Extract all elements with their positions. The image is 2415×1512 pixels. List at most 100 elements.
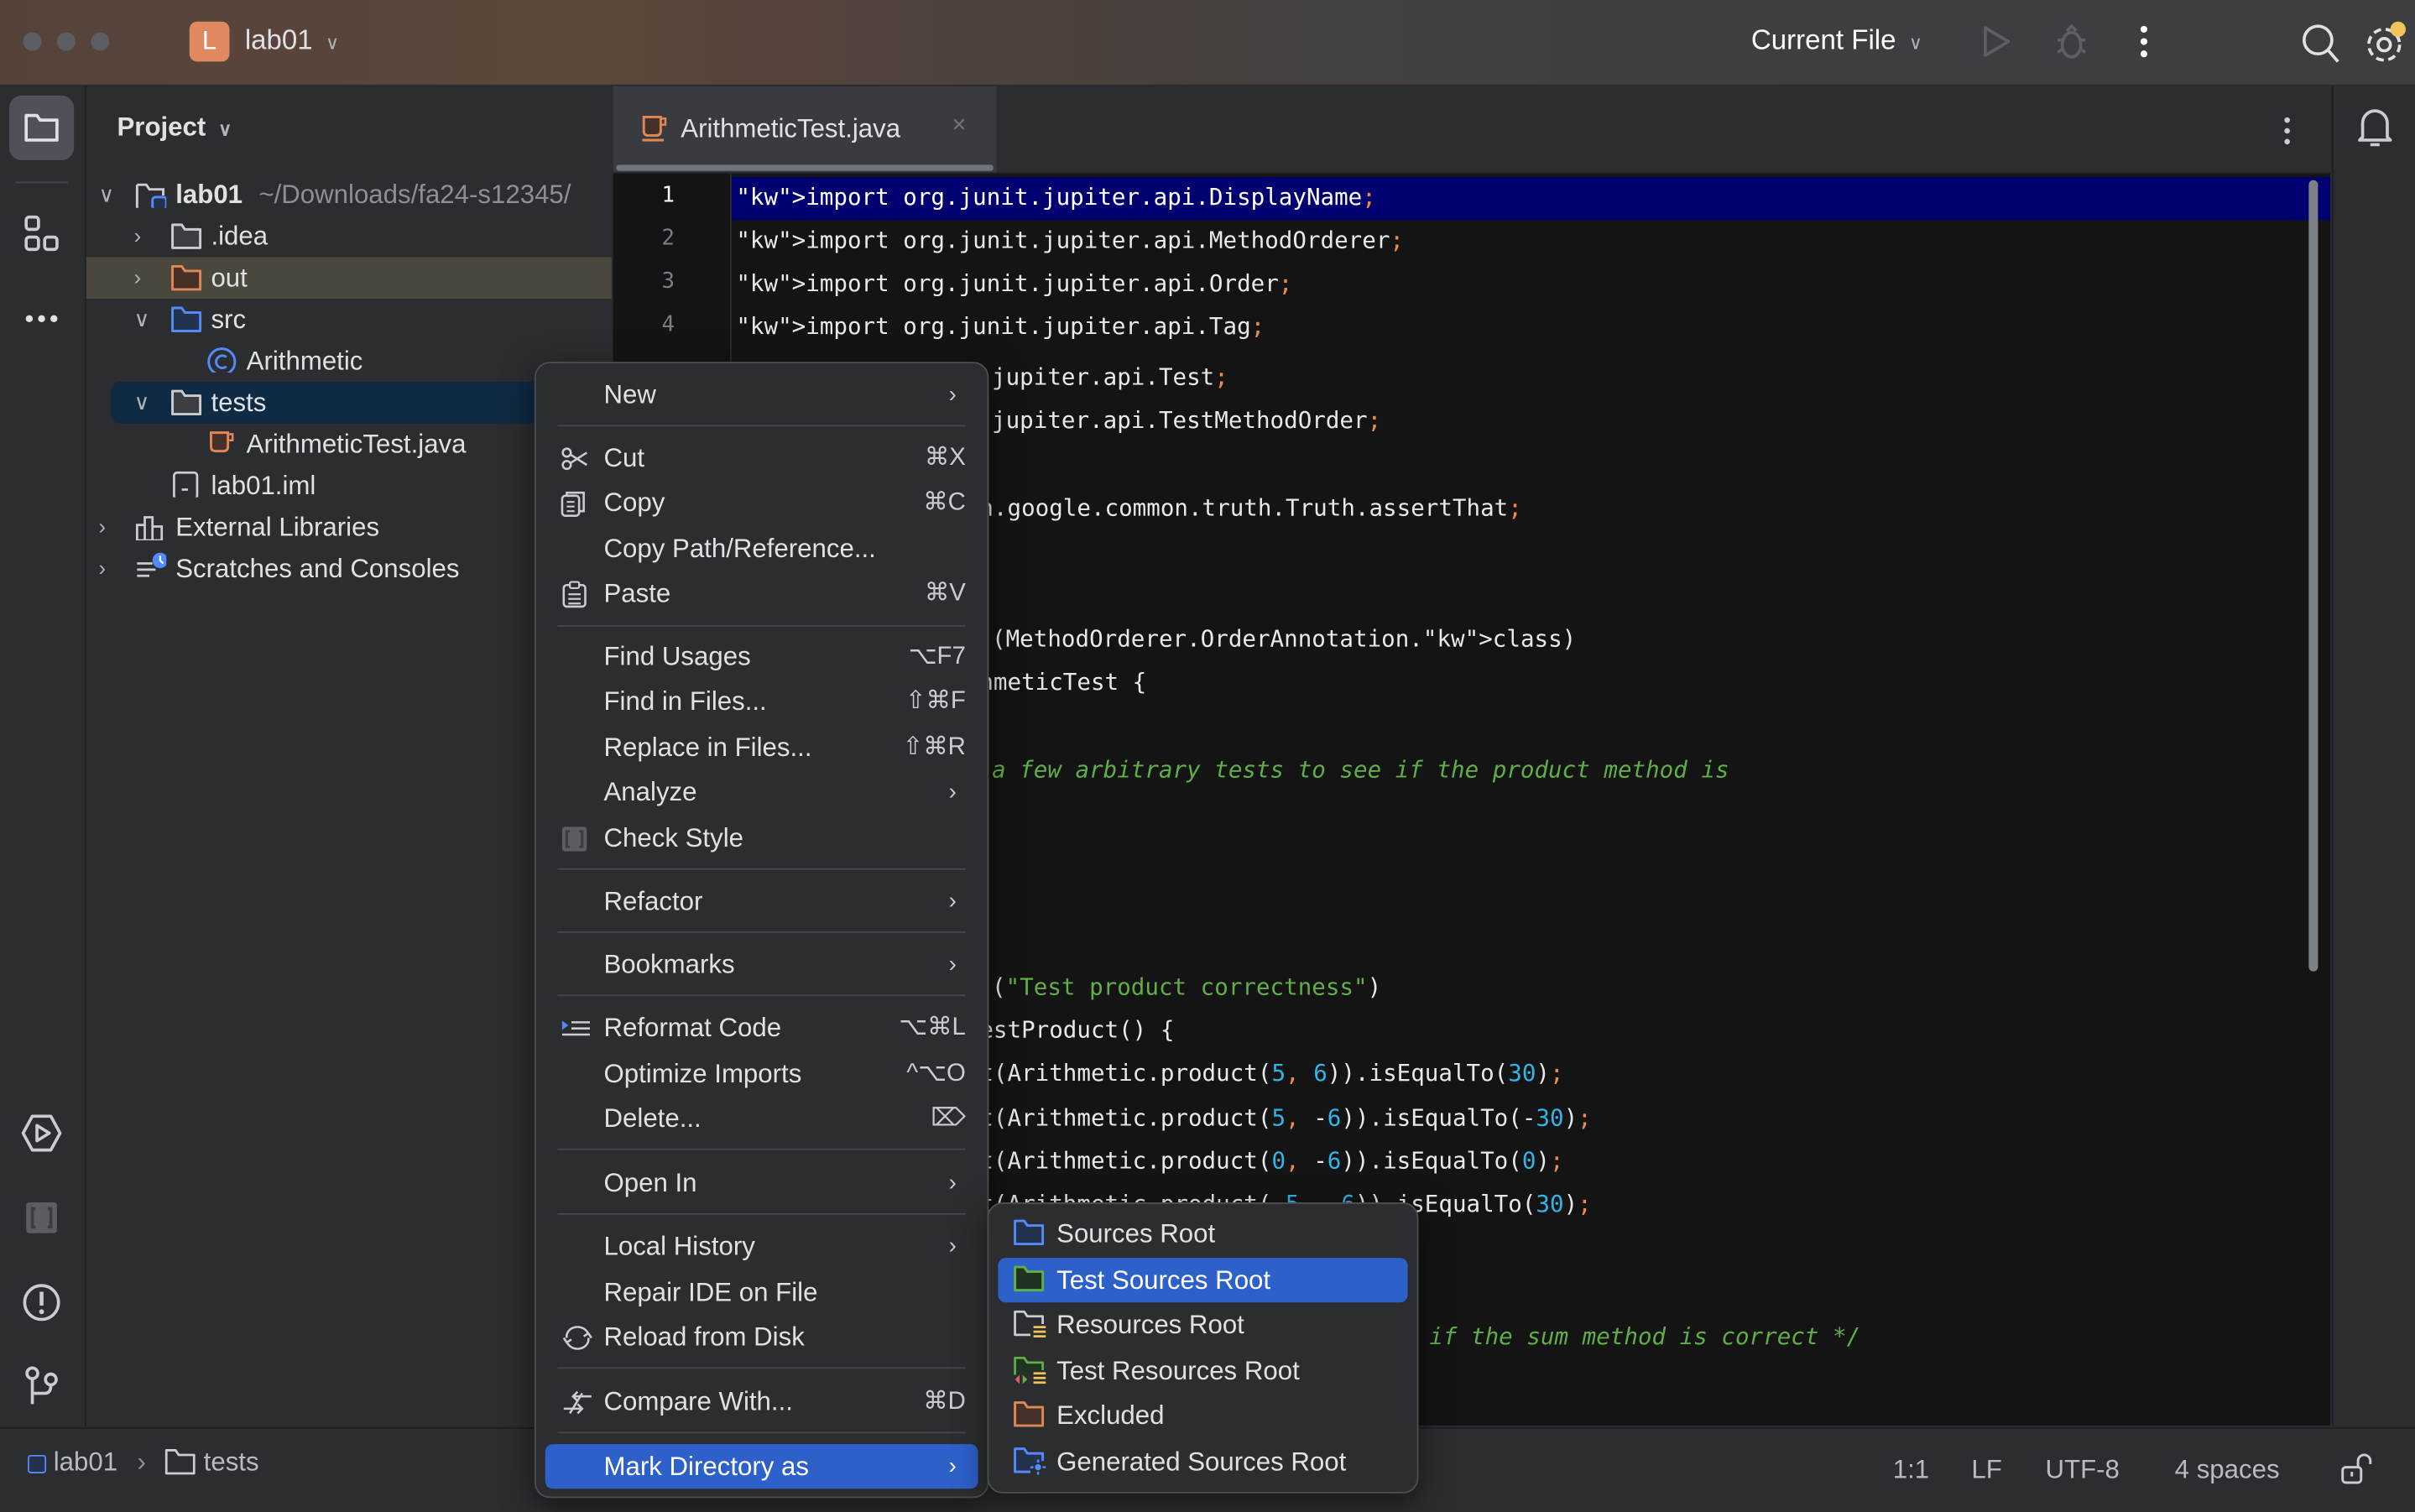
line-ending[interactable]: LF xyxy=(1971,1455,2001,1486)
editor-tabs-more-button[interactable] xyxy=(2278,114,2297,148)
chevron-right-icon[interactable]: › xyxy=(98,548,106,590)
settings-button[interactable] xyxy=(2363,20,2409,66)
submenu-item-generated-sources-root[interactable]: Generated Sources Root xyxy=(998,1439,1407,1483)
menu-item-shortcut: ⌘C xyxy=(923,489,966,516)
caret-position[interactable]: 1:1 xyxy=(1893,1455,1929,1486)
git-tool-button[interactable] xyxy=(20,1364,63,1407)
menu-item-open-in[interactable]: Open In › xyxy=(545,1160,978,1205)
menu-item-find-in-files[interactable]: Find in Files... ⇧⌘F xyxy=(545,679,978,723)
file-encoding[interactable]: UTF-8 xyxy=(2045,1455,2119,1486)
menu-item-compare-with[interactable]: Compare With... ⌘D xyxy=(545,1379,978,1424)
indent-setting[interactable]: 4 spaces xyxy=(2175,1455,2280,1486)
readonly-toggle[interactable] xyxy=(2339,1452,2373,1485)
menu-item-shortcut: ⌘X xyxy=(924,445,966,472)
bell-icon xyxy=(2358,109,2392,147)
chevron-right-icon[interactable]: › xyxy=(134,216,142,258)
menu-item-label: Analyze xyxy=(603,777,697,807)
more-tool-windows-button[interactable] xyxy=(20,297,63,340)
menu-item-reload-from-disk[interactable]: Reload from Disk xyxy=(545,1315,978,1359)
folder-icon xyxy=(171,223,202,249)
sources-root-icon xyxy=(1014,1219,1045,1247)
menu-item-copy[interactable]: Copy ⌘C xyxy=(545,480,978,524)
menu-item-repair-ide-on-file[interactable]: Repair IDE on File xyxy=(545,1270,978,1315)
submenu-item-label: Generated Sources Root xyxy=(1056,1446,1347,1476)
window-minimize-button[interactable] xyxy=(56,32,76,51)
run-button[interactable] xyxy=(1979,23,2013,60)
window-zoom-button[interactable] xyxy=(91,32,110,51)
tree-item-arithmetic[interactable]: Arithmetic xyxy=(86,341,612,383)
chevron-down-icon[interactable]: ∨ xyxy=(134,299,150,341)
submenu-item-label: Sources Root xyxy=(1056,1219,1216,1249)
breadcrumb-item-lab01[interactable]: lab01 xyxy=(54,1447,117,1477)
menu-item-bookmarks[interactable]: Bookmarks › xyxy=(545,942,978,987)
breadcrumb-item-tests[interactable]: tests xyxy=(204,1447,259,1477)
menu-item-reformat-code[interactable]: Reformat Code ⌥⌘L xyxy=(545,1005,978,1050)
menu-item-refactor[interactable]: Refactor › xyxy=(545,879,978,924)
submenu-item-test-resources-root[interactable]: Test Resources Root xyxy=(998,1348,1407,1392)
search-button[interactable] xyxy=(2299,22,2342,65)
checkstyle-tool-button[interactable] xyxy=(20,1197,63,1239)
menu-item-mark-directory-as[interactable]: Mark Directory as › xyxy=(545,1444,978,1489)
module-folder-icon xyxy=(135,183,167,208)
menu-item-analyze[interactable]: Analyze › xyxy=(545,769,978,814)
menu-item-new[interactable]: New › xyxy=(545,373,978,417)
menu-item-delete[interactable]: Delete... ⌦ xyxy=(545,1096,978,1140)
notifications-button[interactable] xyxy=(2354,105,2397,151)
menu-item-label: Bookmarks xyxy=(603,950,735,979)
tree-item-lab01[interactable]: ∨ lab01 ~/Downloads/fa24-s12345/ xyxy=(86,174,612,216)
tab-arithmetictest-java[interactable]: ArithmeticTest.java × xyxy=(613,86,997,173)
chevron-down-icon[interactable]: ∨ xyxy=(134,382,150,424)
chevron-right-icon: › xyxy=(948,1233,957,1259)
window-close-button[interactable] xyxy=(23,32,42,51)
structure-tool-button[interactable] xyxy=(20,212,63,255)
submenu-item-sources-root[interactable]: Sources Root xyxy=(998,1212,1407,1256)
tree-item-label: lab01 xyxy=(175,180,243,210)
menu-item-shortcut: ⇧⌘F xyxy=(905,688,966,715)
services-tool-button[interactable] xyxy=(20,1112,63,1155)
menu-item-local-history[interactable]: Local History › xyxy=(545,1224,978,1269)
project-panel-title[interactable]: Project ∨ xyxy=(117,112,232,143)
chevron-down-icon[interactable]: ∨ xyxy=(98,174,114,216)
submenu-item-resources-root[interactable]: Resources Root xyxy=(998,1302,1407,1347)
debug-button[interactable] xyxy=(2053,22,2090,62)
menu-item-label: New xyxy=(603,380,656,410)
problems-tool-button[interactable] xyxy=(20,1281,63,1324)
editor-vertical-scrollbar[interactable] xyxy=(2308,180,2319,972)
menu-item-replace-in-files[interactable]: Replace in Files... ⇧⌘R xyxy=(545,725,978,769)
tree-item-lab01-iml[interactable]: lab01.iml xyxy=(86,465,612,507)
menu-item-shortcut: ⌦ xyxy=(931,1105,966,1132)
tree-item-scratches[interactable]: › Scratches and Consoles xyxy=(86,548,612,590)
tree-item-arithmetictest-java[interactable]: ArithmeticTest.java xyxy=(86,424,612,466)
run-config-selector[interactable]: Current File ∨ xyxy=(1751,24,1922,57)
menu-item-find-usages[interactable]: Find Usages ⌥F7 xyxy=(545,634,978,679)
project-badge[interactable]: L xyxy=(189,21,230,62)
menu-item-paste[interactable]: Paste ⌘V xyxy=(545,571,978,616)
git-branch-icon xyxy=(25,1366,58,1405)
tree-item-external-libraries[interactable]: › External Libraries xyxy=(86,507,612,549)
mark-directory-submenu: Sources Root Test Sources Root Resources R… xyxy=(987,1202,1419,1494)
code-line-fragment: t(Arithmetic.product(5, 6)).isEqualTo(30… xyxy=(979,1059,1564,1087)
tree-item-label: External Libraries xyxy=(175,513,380,542)
menu-item-cut[interactable]: Cut ⌘X xyxy=(545,435,978,480)
menu-item-label: Delete... xyxy=(603,1103,702,1134)
tree-item-src[interactable]: ∨ src xyxy=(86,299,612,341)
submenu-item-test-sources-root[interactable]: Test Sources Root xyxy=(998,1257,1408,1302)
code-line: "kw">import org.junit.jupiter.api.Tag; xyxy=(736,312,1265,341)
tree-item-out[interactable]: › out xyxy=(86,257,612,299)
tree-item-idea[interactable]: › .idea xyxy=(86,216,612,258)
project-switcher[interactable]: lab01 ∨ xyxy=(245,24,339,57)
project-tool-button[interactable] xyxy=(9,95,75,160)
menu-item-check-style[interactable]: Check Style xyxy=(545,816,978,860)
menu-item-copy-path-reference[interactable]: Copy Path/Reference... xyxy=(545,527,978,571)
structure-icon xyxy=(24,215,59,252)
submenu-item-excluded[interactable]: Excluded xyxy=(998,1394,1407,1438)
tree-item-label: Arithmetic xyxy=(246,346,363,376)
chevron-right-icon[interactable]: › xyxy=(134,257,142,299)
tab-close-icon[interactable]: × xyxy=(952,112,966,140)
more-actions-button[interactable] xyxy=(2133,23,2155,60)
code-line-fragment: if the sum method is correct */ xyxy=(1429,1322,1861,1351)
submenu-item-label: Excluded xyxy=(1056,1400,1165,1431)
run-config-label: Current File xyxy=(1750,24,1896,56)
menu-item-optimize-imports[interactable]: Optimize Imports ^⌥O xyxy=(545,1051,978,1096)
chevron-right-icon[interactable]: › xyxy=(98,507,106,549)
